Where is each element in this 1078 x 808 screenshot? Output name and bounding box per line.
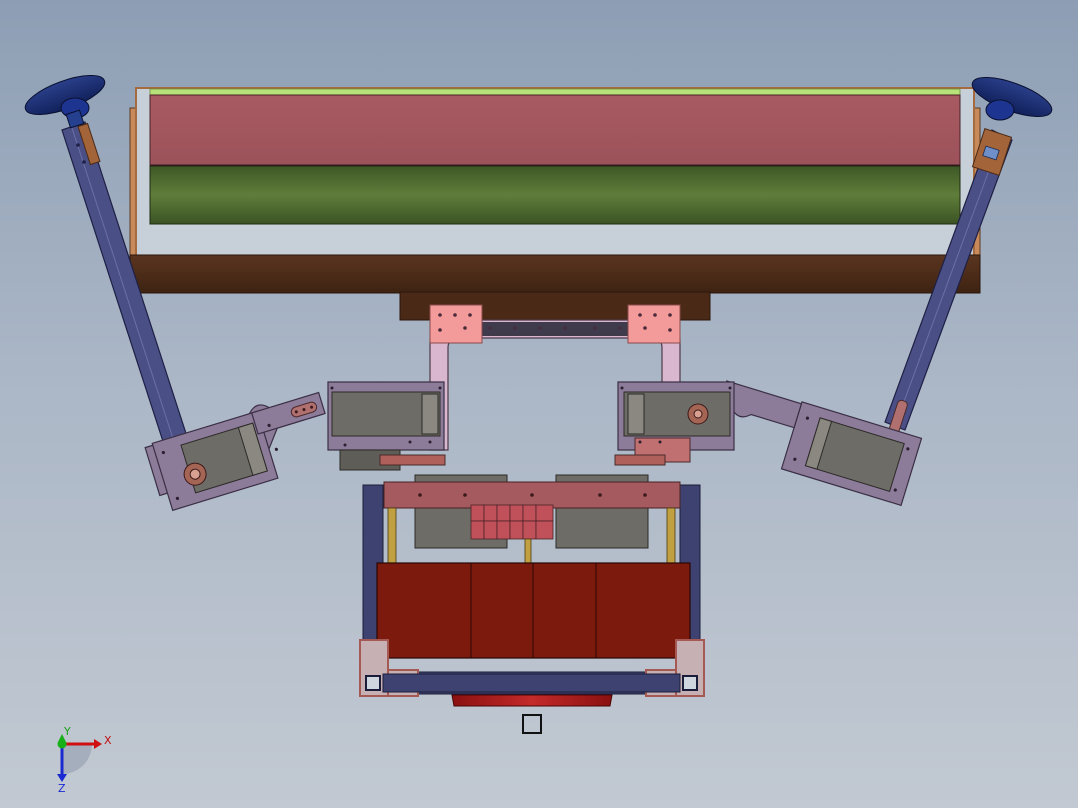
chassis-frame bbox=[359, 474, 705, 707]
bracket-bar-dark bbox=[455, 322, 655, 334]
battery-pack bbox=[376, 562, 691, 659]
right-foot-pad bbox=[971, 77, 1053, 117]
cad-viewport[interactable]: X Y Z bbox=[0, 0, 1078, 808]
pink-corner-right bbox=[627, 304, 681, 344]
y-axis-label: Y bbox=[63, 725, 71, 738]
pcb-grid bbox=[470, 504, 554, 540]
pink-corner-left bbox=[429, 304, 483, 344]
middle-left-servo bbox=[327, 381, 446, 471]
origin-marker bbox=[522, 714, 542, 734]
x-axis-label: X bbox=[104, 734, 112, 747]
z-axis-label: Z bbox=[58, 782, 66, 795]
top-tray bbox=[129, 87, 981, 321]
red-panel bbox=[149, 94, 961, 166]
brown-base-plate bbox=[129, 254, 981, 294]
right-servo-assembly bbox=[718, 380, 923, 507]
axis-triad[interactable]: X Y Z bbox=[57, 725, 112, 795]
green-panel bbox=[149, 165, 961, 225]
lime-edge-strip bbox=[149, 88, 961, 96]
red-disc bbox=[451, 694, 613, 707]
middle-right-servo bbox=[614, 381, 735, 466]
triad-shadow bbox=[62, 744, 92, 774]
